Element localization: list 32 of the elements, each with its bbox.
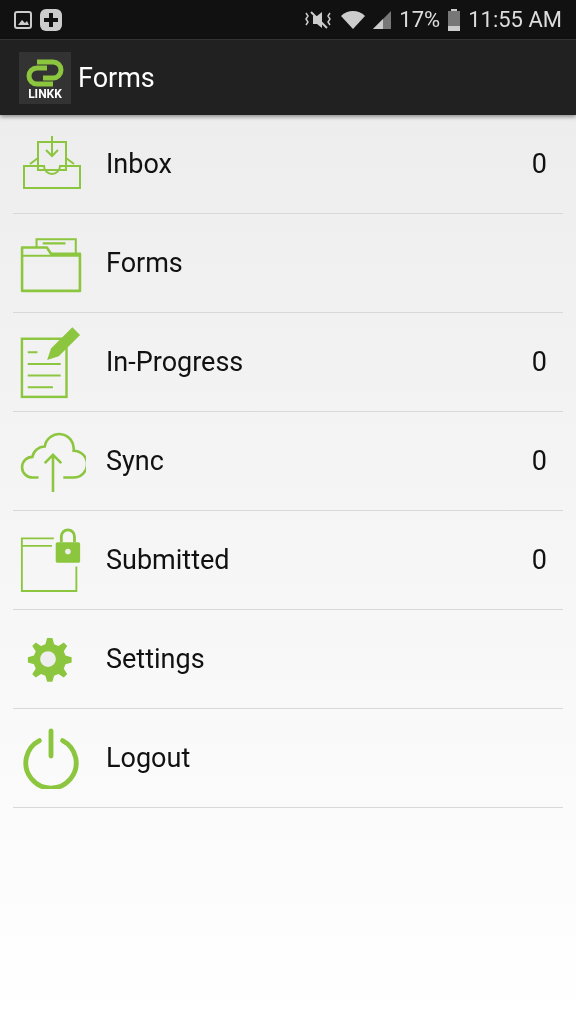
battery-icon <box>448 8 461 31</box>
menu-label: Inbox <box>106 148 173 180</box>
item-count: 0 <box>531 148 548 180</box>
item-count: 0 <box>531 445 548 477</box>
menu-label: In-Progress <box>106 346 245 378</box>
signal-icon <box>373 10 392 29</box>
plus-icon <box>40 8 62 31</box>
document-pencil-icon <box>20 325 82 399</box>
inbox-tray-icon <box>20 136 84 192</box>
menu-label: Logout <box>106 742 192 774</box>
mute-vibrate-icon <box>303 8 334 31</box>
menu-item[interactable]: Forms <box>13 214 563 313</box>
menu-item[interactable]: Inbox 0 <box>13 115 563 214</box>
menu-label: Settings <box>106 643 206 675</box>
menu-label: Sync <box>106 445 165 477</box>
item-count: 0 <box>531 346 548 378</box>
logo-text: LINKK <box>28 87 62 101</box>
app-title: Forms <box>78 61 155 94</box>
item-count: 0 <box>531 544 548 576</box>
battery-percent: 17% <box>399 7 441 32</box>
menu-label: Submitted <box>106 544 231 576</box>
menu-item[interactable]: Submitted 0 <box>13 511 563 610</box>
power-icon <box>20 727 82 789</box>
image-icon <box>14 10 32 29</box>
locked-folder-icon <box>20 526 82 594</box>
menu-item[interactable]: Logout <box>13 709 563 808</box>
menu-item[interactable]: Sync 0 <box>13 412 563 511</box>
menu-label: Forms <box>106 247 184 279</box>
clock-time: 11:55 AM <box>468 7 562 32</box>
wifi-icon <box>341 9 366 30</box>
menu-item[interactable]: Settings <box>13 610 563 709</box>
menu-item[interactable]: In-Progress 0 <box>13 313 563 412</box>
